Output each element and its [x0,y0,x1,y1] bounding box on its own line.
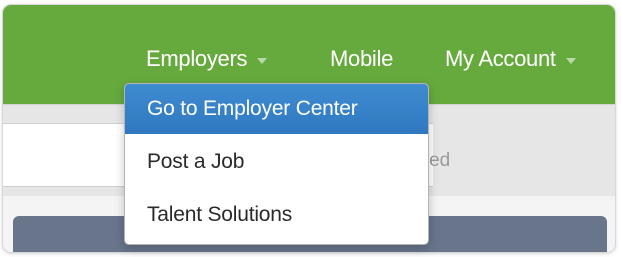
menu-item-go-to-employer-center[interactable]: Go to Employer Center [125,84,428,134]
employers-dropdown-menu: Go to Employer Center Post a Job Talent … [124,83,429,245]
nav-mobile-label: Mobile [330,46,394,71]
menu-item-post-a-job[interactable]: Post a Job [125,137,428,187]
menu-item-label: Post a Job [147,150,245,173]
nav-my-account-label: My Account [445,46,556,71]
nav-my-account[interactable]: My Account [445,46,576,72]
menu-item-label: Talent Solutions [147,203,293,226]
nav-employers[interactable]: Employers [146,46,268,72]
nav-employers-label: Employers [146,46,248,71]
chevron-down-icon [565,57,576,64]
menu-item-label: Go to Employer Center [147,97,358,120]
chevron-down-icon [257,57,268,64]
nav-mobile[interactable]: Mobile [330,46,393,72]
menu-item-talent-solutions[interactable]: Talent Solutions [125,190,428,240]
